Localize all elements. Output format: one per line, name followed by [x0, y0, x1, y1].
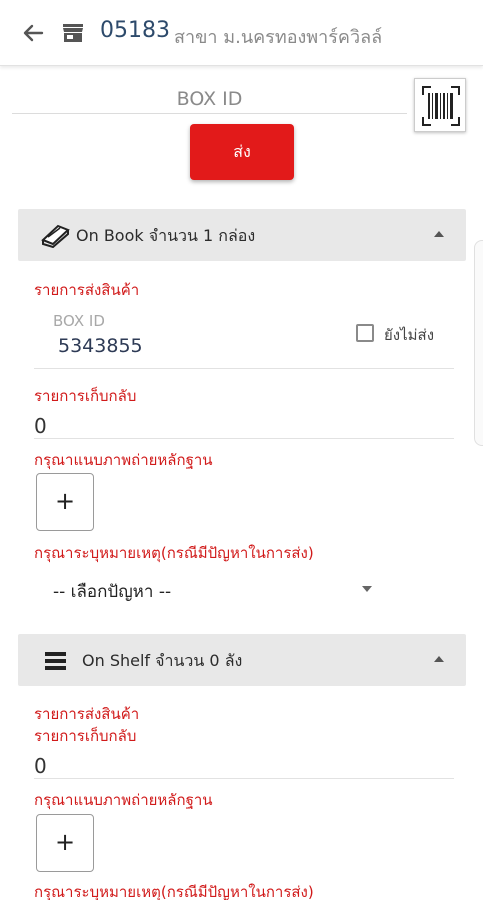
menu-lines-icon	[40, 647, 70, 673]
store-icon	[61, 21, 85, 45]
dropdown-caret-icon[interactable]	[362, 586, 372, 592]
on-book-add-photo-button[interactable]: +	[36, 473, 94, 531]
book-icon	[40, 222, 70, 249]
on-book-remark-label: กรุณาระบุหมายเหตุ(กรณีมีปัญหาในการส่ง)	[34, 544, 314, 562]
app-header: 05183 สาขา ม.นครทองพาร์ควิลล์	[0, 0, 483, 66]
on-shelf-remark-label: กรุณาระบุหมายเหตุ(กรณีมีปัญหาในการส่ง)	[34, 883, 314, 900]
on-shelf-title: On Shelf จำนวน 0 ลัง	[82, 651, 243, 670]
collapse-caret-icon[interactable]	[434, 231, 444, 237]
divider	[34, 438, 454, 439]
on-shelf-return-value[interactable]: 0	[34, 754, 47, 778]
not-sent-checkbox[interactable]	[356, 324, 374, 342]
not-sent-label: ยังไม่ส่ง	[384, 326, 435, 344]
on-book-return-label: รายการเก็บกลับ	[34, 387, 137, 405]
on-shelf-add-photo-button[interactable]: +	[36, 814, 94, 872]
on-shelf-photo-label: กรุณาแนบภาพถ่ายหลักฐาน	[34, 791, 213, 809]
barcode-scan-button[interactable]	[414, 78, 466, 132]
store-name: สาขา ม.นครทองพาร์ควิลล์	[174, 27, 383, 48]
divider	[34, 778, 454, 779]
send-button[interactable]: ส่ง	[190, 124, 294, 180]
box-id-value: 5343855	[58, 335, 143, 357]
on-shelf-delivery-label: รายการส่งสินค้า	[34, 705, 140, 723]
divider	[34, 368, 454, 369]
scroll-edge[interactable]	[474, 240, 483, 446]
on-book-delivery-label: รายการส่งสินค้า	[34, 281, 140, 299]
barcode-scan-icon	[422, 86, 460, 126]
box-id-input[interactable]	[12, 84, 407, 114]
problem-select[interactable]: -- เลือกปัญหา --	[53, 578, 171, 605]
on-book-title: On Book จำนวน 1 กล่อง	[76, 226, 256, 245]
collapse-caret-icon[interactable]	[434, 656, 444, 662]
on-book-return-value[interactable]: 0	[34, 414, 47, 438]
on-shelf-return-label: รายการเก็บกลับ	[34, 727, 137, 745]
back-arrow-icon[interactable]	[20, 20, 46, 46]
store-code: 05183	[100, 18, 170, 43]
on-book-photo-label: กรุณาแนบภาพถ่ายหลักฐาน	[34, 451, 213, 469]
on-book-panel-header[interactable]: On Book จำนวน 1 กล่อง	[18, 209, 466, 261]
on-shelf-panel-header[interactable]: On Shelf จำนวน 0 ลัง	[18, 634, 466, 686]
box-id-label: BOX ID	[53, 312, 105, 330]
